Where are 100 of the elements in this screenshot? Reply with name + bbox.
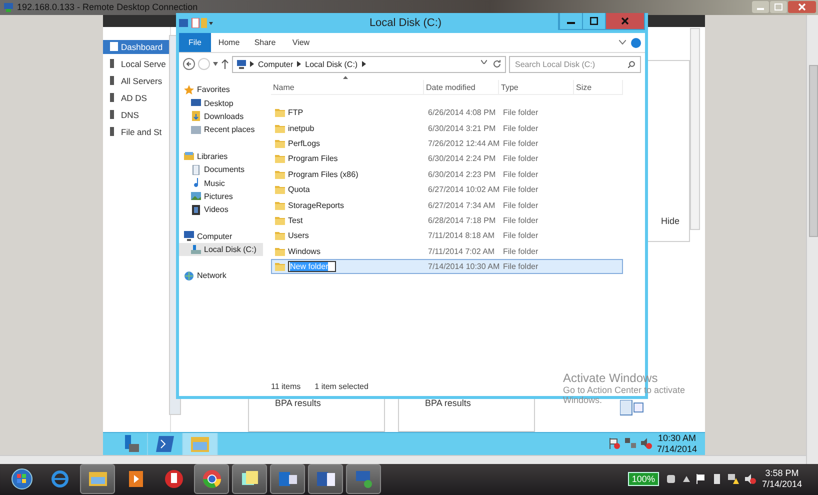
folder-icon bbox=[275, 138, 285, 148]
search-field[interactable]: Search Local Disk (C:) bbox=[509, 56, 641, 72]
server-manager-icon[interactable] bbox=[122, 434, 140, 453]
file-type: File folder bbox=[502, 108, 540, 118]
column-header[interactable]: Size bbox=[574, 80, 623, 94]
nav-item[interactable]: Recent places bbox=[179, 123, 263, 137]
speaker-icon[interactable] bbox=[744, 474, 756, 484]
recent-places-icon bbox=[191, 124, 201, 135]
file-name: Windows bbox=[288, 246, 320, 256]
breadcrumb[interactable]: Computer bbox=[258, 60, 294, 68]
windows-logo-icon[interactable] bbox=[10, 468, 32, 490]
date-modified: 7/11/2014 7:02 AM bbox=[427, 246, 496, 256]
address-bar[interactable]: Computer Local Disk (C:) bbox=[232, 56, 506, 72]
folder-icon bbox=[275, 124, 285, 133]
ribbon-tab[interactable]: Share bbox=[247, 33, 283, 52]
file-type: File folder bbox=[502, 262, 540, 272]
breadcrumb[interactable]: Local Disk (C:) bbox=[305, 60, 358, 68]
up-arrow-icon[interactable] bbox=[221, 59, 229, 69]
flag-icon[interactable] bbox=[608, 438, 620, 450]
network-warning-icon[interactable] bbox=[728, 474, 739, 484]
nav-item[interactable]: Network bbox=[179, 269, 263, 283]
file-row[interactable]: Windows 7/11/2014 7:02 AM File folder bbox=[271, 244, 623, 259]
close-icon bbox=[621, 17, 629, 25]
file-name: Users bbox=[288, 231, 309, 240]
picture-icon bbox=[191, 191, 201, 202]
download-folder-icon bbox=[191, 111, 201, 122]
chrome-icon[interactable] bbox=[200, 468, 222, 490]
document-icon bbox=[191, 164, 201, 175]
nav-item[interactable]: Computer bbox=[179, 230, 263, 243]
file-row[interactable]: Quota 6/27/2014 10:02 AM File folder bbox=[271, 182, 623, 198]
tile-label: BPA results bbox=[425, 398, 471, 408]
film-icon bbox=[191, 204, 201, 215]
nav-item[interactable]: Pictures bbox=[179, 190, 263, 204]
ribbon-tab[interactable]: File bbox=[179, 33, 211, 52]
clock-date: 7/14/2014 bbox=[762, 479, 802, 490]
network-globe-icon bbox=[184, 270, 194, 281]
app-icon[interactable] bbox=[162, 468, 184, 490]
nav-item[interactable]: Videos bbox=[179, 203, 263, 217]
date-modified: 6/30/2014 2:24 PM bbox=[427, 154, 497, 164]
file-row[interactable]: FTP 6/26/2014 4:08 PM File folder bbox=[271, 105, 623, 120]
date-modified: 7/14/2014 10:30 AM bbox=[427, 262, 500, 272]
nav-item[interactable]: File and St bbox=[103, 124, 170, 139]
nav-item[interactable]: Dashboard bbox=[103, 40, 170, 54]
nav-item[interactable]: Local Serve bbox=[103, 56, 170, 71]
file-type: File folder bbox=[502, 138, 540, 148]
nav-item[interactable]: Local Disk (C:) bbox=[179, 242, 263, 256]
window-title: 192.168.0.133 - Remote Desktop Connection bbox=[17, 2, 198, 12]
caret-down-icon[interactable] bbox=[213, 62, 218, 66]
flag-icon[interactable] bbox=[696, 474, 706, 484]
drive-icon bbox=[191, 244, 201, 255]
help-icon[interactable] bbox=[631, 38, 641, 48]
network-icon[interactable] bbox=[624, 438, 636, 450]
folder-icon bbox=[275, 200, 285, 210]
file-row[interactable]: Program Files 6/30/2014 2:24 PM File folder bbox=[271, 151, 623, 167]
column-header[interactable]: Type bbox=[499, 80, 574, 94]
file-row[interactable]: New folder 7/14/2014 10:30 AM File folder bbox=[271, 258, 623, 274]
close-button[interactable] bbox=[605, 13, 644, 29]
file-type: File folder bbox=[502, 216, 540, 225]
nav-item[interactable]: Libraries bbox=[179, 150, 263, 163]
browser-e-icon[interactable] bbox=[48, 468, 70, 490]
refresh-icon[interactable] bbox=[493, 60, 501, 68]
nav-item[interactable]: Favorites bbox=[179, 83, 263, 96]
file-row[interactable]: Users 7/11/2014 8:18 AM File folder bbox=[271, 228, 623, 244]
nav-item[interactable]: DNS bbox=[103, 108, 170, 122]
date-modified: 7/11/2014 8:18 AM bbox=[427, 231, 496, 240]
nav-item[interactable]: Desktop bbox=[179, 96, 263, 110]
file-name: Program Files bbox=[288, 154, 338, 164]
column-header[interactable]: Name bbox=[271, 80, 424, 94]
quick-access-icon[interactable] bbox=[179, 18, 213, 28]
power-plug-icon[interactable] bbox=[664, 474, 677, 484]
file-row[interactable]: inetpub 6/30/2014 3:21 PM File folder bbox=[271, 120, 623, 136]
device-icon[interactable] bbox=[712, 474, 722, 484]
file-name: Program Files (x86) bbox=[288, 170, 358, 179]
column-header[interactable]: Date modified bbox=[424, 80, 499, 94]
file-row[interactable]: StorageReports 6/27/2014 7:34 AM File folder bbox=[271, 197, 623, 213]
nav-item[interactable]: Documents bbox=[179, 162, 263, 176]
remote-desktop-icon bbox=[4, 2, 13, 12]
nav-item[interactable]: Downloads bbox=[179, 110, 263, 124]
ribbon-tab[interactable]: Home bbox=[211, 33, 247, 52]
chevron-down-icon[interactable] bbox=[481, 60, 487, 64]
nav-item[interactable]: All Servers bbox=[103, 74, 170, 88]
caret-up-icon[interactable] bbox=[682, 476, 690, 482]
ribbon-tab[interactable]: View bbox=[283, 33, 319, 52]
chevron-down-icon[interactable] bbox=[619, 40, 626, 45]
nav-item[interactable]: AD DS bbox=[103, 90, 170, 105]
hide-link[interactable]: Hide bbox=[661, 216, 680, 226]
file-row[interactable]: Test 6/28/2014 7:18 PM File folder bbox=[271, 212, 623, 228]
file-name: FTP bbox=[288, 108, 304, 118]
file-row[interactable]: PerfLogs 7/26/2012 12:44 AM File folder bbox=[271, 136, 623, 152]
clock-date: 7/14/2014 bbox=[656, 444, 697, 455]
nav-item[interactable]: Music bbox=[179, 176, 263, 190]
file-row[interactable]: Program Files (x86) 6/30/2014 2:23 PM File folder bbox=[271, 166, 623, 182]
chevron-right-icon bbox=[250, 61, 254, 67]
folder-icon bbox=[275, 216, 285, 225]
battery-indicator[interactable]: 100% bbox=[628, 472, 659, 486]
vertical-scrollbar[interactable] bbox=[806, 14, 818, 464]
file-name: Test bbox=[288, 216, 303, 225]
powershell-icon[interactable] bbox=[156, 436, 174, 452]
close-icon[interactable] bbox=[788, 1, 816, 13]
date-modified: 6/30/2014 3:21 PM bbox=[427, 124, 497, 133]
